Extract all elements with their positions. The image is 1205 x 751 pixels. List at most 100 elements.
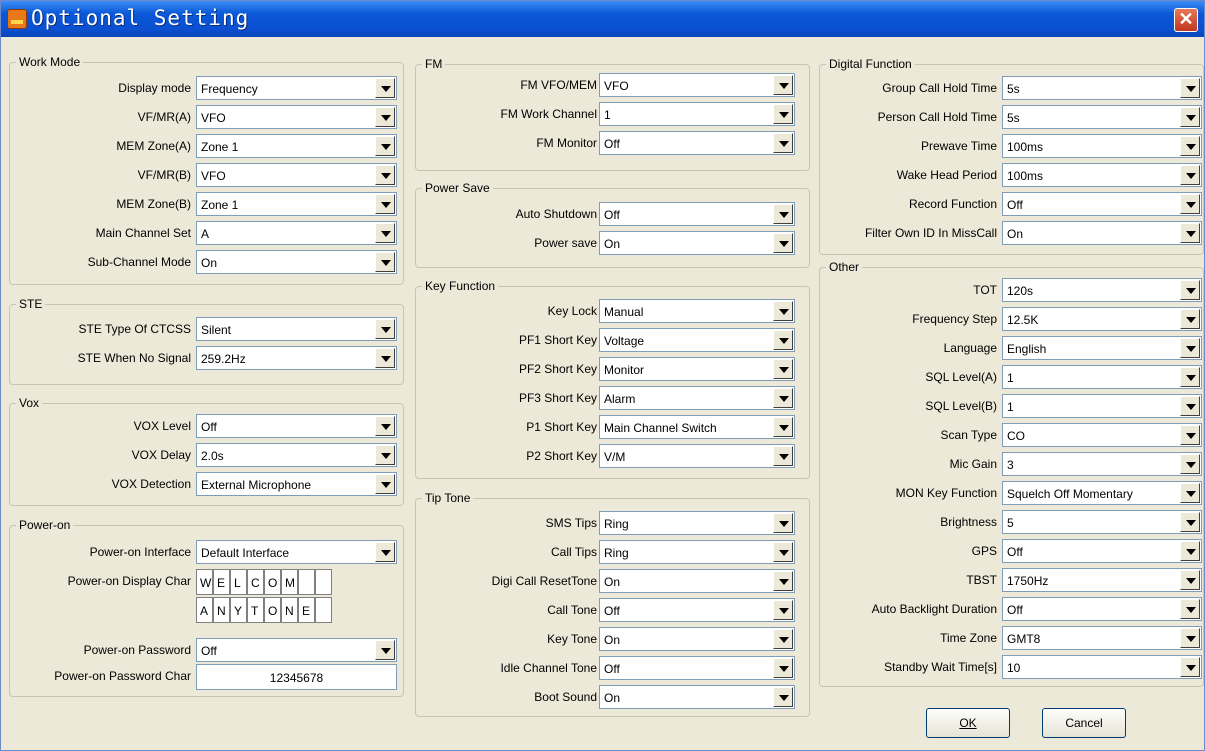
chevron-down-icon[interactable]	[773, 600, 793, 620]
setting-combo[interactable]: 2.0s	[196, 443, 397, 467]
chevron-down-icon[interactable]	[375, 107, 395, 127]
chevron-down-icon[interactable]	[375, 474, 395, 494]
display-char-cell[interactable]: T	[247, 597, 264, 623]
display-char-cell[interactable]: E	[213, 569, 230, 595]
setting-combo[interactable]: Off	[599, 131, 795, 155]
chevron-down-icon[interactable]	[773, 104, 793, 124]
chevron-down-icon[interactable]	[375, 223, 395, 243]
chevron-down-icon[interactable]	[773, 133, 793, 153]
display-char-cell[interactable]: O	[264, 597, 281, 623]
chevron-down-icon[interactable]	[375, 348, 395, 368]
chevron-down-icon[interactable]	[773, 542, 793, 562]
display-char-cell[interactable]	[315, 597, 332, 623]
chevron-down-icon[interactable]	[773, 233, 793, 253]
setting-combo[interactable]: Main Channel Switch	[599, 415, 795, 439]
setting-combo[interactable]: English	[1002, 336, 1202, 360]
chevron-down-icon[interactable]	[773, 571, 793, 591]
setting-combo[interactable]: 5s	[1002, 105, 1202, 129]
setting-combo[interactable]: On	[599, 627, 795, 651]
chevron-down-icon[interactable]	[1180, 136, 1200, 156]
chevron-down-icon[interactable]	[773, 658, 793, 678]
setting-combo[interactable]: On	[599, 569, 795, 593]
chevron-down-icon[interactable]	[773, 446, 793, 466]
setting-combo[interactable]: V/M	[599, 444, 795, 468]
chevron-down-icon[interactable]	[375, 319, 395, 339]
chevron-down-icon[interactable]	[375, 542, 395, 562]
display-char-cell[interactable]: A	[196, 597, 213, 623]
setting-combo[interactable]: Ring	[599, 540, 795, 564]
ok-button[interactable]: OK	[926, 708, 1010, 738]
setting-combo[interactable]: 1	[1002, 394, 1202, 418]
display-char-cell[interactable]: E	[298, 597, 315, 623]
setting-combo[interactable]: Manual	[599, 299, 795, 323]
setting-combo[interactable]: Off	[1002, 597, 1202, 621]
chevron-down-icon[interactable]	[375, 640, 395, 660]
power-on-password-char-input[interactable]: 12345678	[196, 664, 397, 690]
setting-combo[interactable]: External Microphone	[196, 472, 397, 496]
setting-combo[interactable]: Voltage	[599, 328, 795, 352]
chevron-down-icon[interactable]	[1180, 223, 1200, 243]
setting-combo[interactable]: On	[599, 231, 795, 255]
setting-combo[interactable]: Off	[1002, 192, 1202, 216]
setting-combo[interactable]: Off	[599, 202, 795, 226]
chevron-down-icon[interactable]	[375, 165, 395, 185]
chevron-down-icon[interactable]	[1180, 483, 1200, 503]
display-char-cell[interactable]: N	[281, 597, 298, 623]
setting-combo[interactable]: 259.2Hz	[196, 346, 397, 370]
chevron-down-icon[interactable]	[1180, 107, 1200, 127]
display-char-cell[interactable]: N	[213, 597, 230, 623]
chevron-down-icon[interactable]	[1180, 165, 1200, 185]
chevron-down-icon[interactable]	[1180, 78, 1200, 98]
chevron-down-icon[interactable]	[1180, 541, 1200, 561]
setting-combo[interactable]: Off	[196, 414, 397, 438]
display-char-cell[interactable]	[315, 569, 332, 595]
setting-combo[interactable]: 10	[1002, 655, 1202, 679]
chevron-down-icon[interactable]	[773, 330, 793, 350]
display-char-cell[interactable]	[298, 569, 315, 595]
setting-combo[interactable]: On	[196, 250, 397, 274]
setting-combo[interactable]: Frequency	[196, 76, 397, 100]
chevron-down-icon[interactable]	[1180, 454, 1200, 474]
chevron-down-icon[interactable]	[773, 204, 793, 224]
setting-combo[interactable]: A	[196, 221, 397, 245]
chevron-down-icon[interactable]	[375, 78, 395, 98]
setting-combo[interactable]: VFO	[599, 73, 795, 97]
setting-combo[interactable]: Silent	[196, 317, 397, 341]
setting-combo[interactable]: 1750Hz	[1002, 568, 1202, 592]
display-char-cell[interactable]: L	[230, 569, 247, 595]
chevron-down-icon[interactable]	[1180, 194, 1200, 214]
cancel-button[interactable]: Cancel	[1042, 708, 1126, 738]
chevron-down-icon[interactable]	[1180, 570, 1200, 590]
chevron-down-icon[interactable]	[773, 388, 793, 408]
chevron-down-icon[interactable]	[375, 136, 395, 156]
setting-combo[interactable]: 1	[599, 102, 795, 126]
setting-combo[interactable]: 1	[1002, 365, 1202, 389]
chevron-down-icon[interactable]	[773, 513, 793, 533]
display-char-cell[interactable]: Y	[230, 597, 247, 623]
chevron-down-icon[interactable]	[773, 301, 793, 321]
chevron-down-icon[interactable]	[773, 687, 793, 707]
setting-combo[interactable]: 100ms	[1002, 134, 1202, 158]
setting-combo[interactable]: On	[599, 685, 795, 709]
setting-combo[interactable]: GMT8	[1002, 626, 1202, 650]
setting-combo[interactable]: 12.5K	[1002, 307, 1202, 331]
chevron-down-icon[interactable]	[1180, 657, 1200, 677]
chevron-down-icon[interactable]	[773, 75, 793, 95]
setting-combo[interactable]: Squelch Off Momentary	[1002, 481, 1202, 505]
chevron-down-icon[interactable]	[1180, 396, 1200, 416]
chevron-down-icon[interactable]	[1180, 367, 1200, 387]
setting-combo[interactable]: CO	[1002, 423, 1202, 447]
display-char-cell[interactable]: M	[281, 569, 298, 595]
setting-combo[interactable]: VFO	[196, 163, 397, 187]
chevron-down-icon[interactable]	[773, 629, 793, 649]
power-on-interface-combo[interactable]: Default Interface	[196, 540, 397, 564]
setting-combo[interactable]: Zone 1	[196, 134, 397, 158]
chevron-down-icon[interactable]	[1180, 280, 1200, 300]
setting-combo[interactable]: VFO	[196, 105, 397, 129]
chevron-down-icon[interactable]	[375, 416, 395, 436]
chevron-down-icon[interactable]	[375, 194, 395, 214]
setting-combo[interactable]: Ring	[599, 511, 795, 535]
chevron-down-icon[interactable]	[1180, 425, 1200, 445]
setting-combo[interactable]: Alarm	[599, 386, 795, 410]
chevron-down-icon[interactable]	[773, 417, 793, 437]
